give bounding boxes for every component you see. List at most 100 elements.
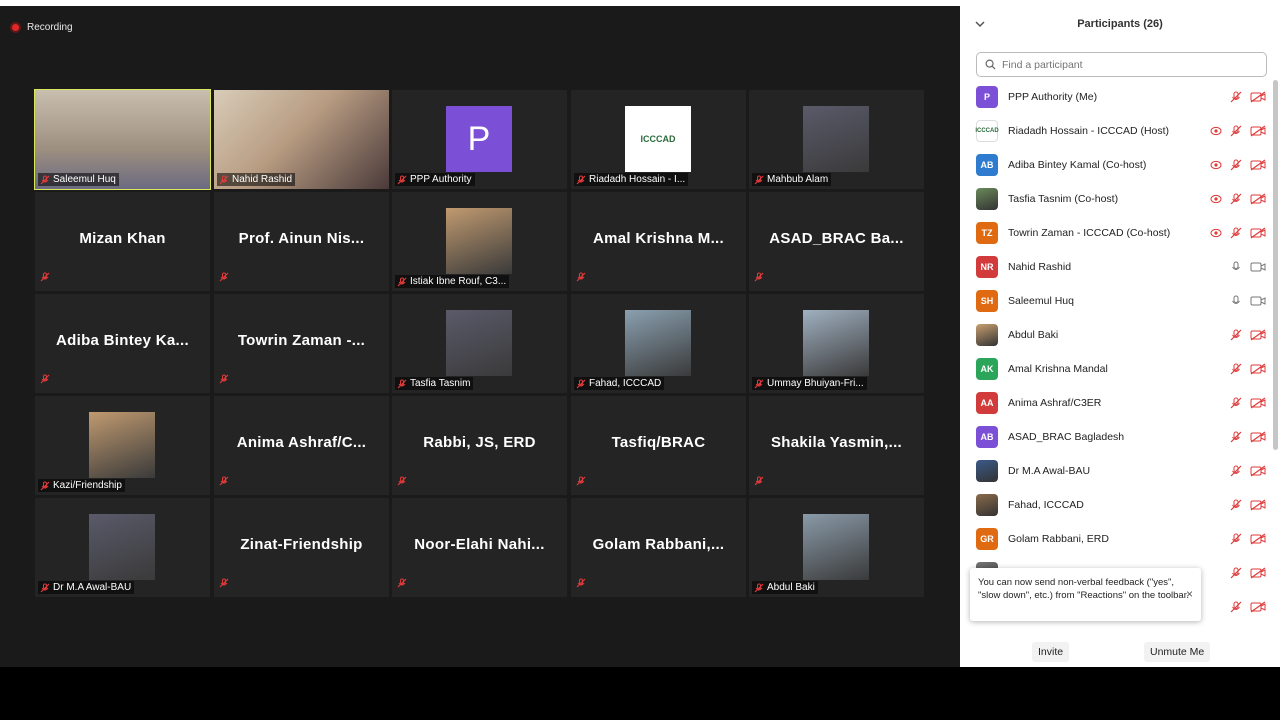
unmute-me-button[interactable]: Unmute Me	[1144, 642, 1211, 662]
video-tile[interactable]: Mizan Khan	[35, 192, 210, 291]
scrollbar-thumb[interactable]	[1273, 80, 1278, 450]
video-tile[interactable]: Golam Rabbani,...	[571, 498, 746, 597]
camera-off-icon[interactable]	[1250, 329, 1266, 341]
participant-scrollbar[interactable]	[1273, 80, 1278, 625]
mic-off-icon[interactable]	[1230, 533, 1242, 545]
participant-name: Kazi/Friendship	[53, 480, 122, 491]
participant-row[interactable]: AA Anima Ashraf/C3ER	[960, 386, 1272, 420]
name-label: Istiak Ibne Rouf, C3...	[395, 275, 510, 288]
video-tile[interactable]: Kazi/Friendship	[35, 396, 210, 495]
name-label: Mahbub Alam	[752, 173, 832, 186]
video-tile[interactable]: Amal Krishna M...	[571, 192, 746, 291]
video-tile[interactable]: Zinat-Friendship	[214, 498, 389, 597]
camera-off-icon[interactable]	[1250, 499, 1266, 511]
mic-off-icon	[754, 379, 764, 388]
participant-row[interactable]: AK Amal Krishna Mandal	[960, 352, 1272, 386]
participant-row[interactable]: Tasfia Tasnim (Co-host)	[960, 182, 1272, 216]
camera-off-icon[interactable]	[1250, 227, 1266, 239]
participant-initials: SH	[980, 296, 994, 306]
participant-status-icons	[1230, 397, 1266, 409]
participant-search[interactable]	[976, 52, 1267, 77]
video-tile[interactable]: Prof. Ainun Nis...	[214, 192, 389, 291]
video-tile[interactable]: Fahad, ICCCAD	[571, 294, 746, 393]
recording-indicator[interactable]: Recording	[10, 22, 73, 33]
video-tile[interactable]: Abdul Baki	[749, 498, 924, 597]
video-tile[interactable]: ICCCAD Riadadh Hossain - I...	[571, 90, 746, 189]
participant-photo	[976, 188, 998, 210]
profile-photo	[625, 310, 691, 376]
invite-button[interactable]: Invite	[1032, 642, 1070, 662]
video-tile[interactable]: P PPP Authority	[392, 90, 567, 189]
camera-off-icon[interactable]	[1250, 193, 1266, 205]
participant-status-icons	[1210, 159, 1266, 171]
camera-off-icon[interactable]	[1250, 363, 1266, 375]
mic-off-icon[interactable]	[1230, 125, 1242, 137]
camera-off-icon[interactable]	[1250, 159, 1266, 171]
search-input[interactable]	[1002, 58, 1252, 71]
participant-row[interactable]: Fahad, ICCCAD	[960, 488, 1272, 522]
video-tile[interactable]: Towrin Zaman -...	[214, 294, 389, 393]
participant-name: Dr M.A Awal-BAU	[53, 582, 132, 593]
mic-off-icon[interactable]	[1230, 499, 1242, 511]
video-tile[interactable]: Ummay Bhuiyan-Fri...	[749, 294, 924, 393]
video-tile[interactable]: Tasfiq/BRAC	[571, 396, 746, 495]
video-tile[interactable]: Noor-Elahi Nahi...	[392, 498, 567, 597]
video-tile[interactable]: Anima Ashraf/C...	[214, 396, 389, 495]
camera-off-icon[interactable]	[1250, 91, 1266, 103]
mic-off-icon[interactable]	[1230, 567, 1242, 579]
mic-off-icon[interactable]	[1230, 329, 1242, 341]
video-tile[interactable]: Rabbi, JS, ERD	[392, 396, 567, 495]
mic-off-icon[interactable]	[1230, 363, 1242, 375]
mic-off-icon[interactable]	[1230, 465, 1242, 477]
participant-row[interactable]: P PPP Authority (Me)	[960, 80, 1272, 114]
close-icon[interactable]: ×	[1186, 588, 1193, 601]
mic-off-icon[interactable]	[1230, 227, 1242, 239]
participant-row[interactable]: TZ Towrin Zaman - ICCCAD (Co-host)	[960, 216, 1272, 250]
mic-off-icon[interactable]	[1230, 91, 1242, 103]
video-tile[interactable]: Saleemul Huq	[34, 89, 211, 190]
camera-off-icon[interactable]	[1250, 397, 1266, 409]
video-tile[interactable]: Tasfia Tasnim	[392, 294, 567, 393]
participant-row[interactable]: Abdul Baki	[960, 318, 1272, 352]
participant-row[interactable]: AB ASAD_BRAC Bagladesh	[960, 420, 1272, 454]
video-tile[interactable]: Shakila Yasmin,...	[749, 396, 924, 495]
mic-off-icon	[754, 272, 764, 282]
video-tile[interactable]: Nahid Rashid	[214, 90, 389, 189]
camera-off-icon[interactable]	[1250, 125, 1266, 137]
participant-row[interactable]: SH Saleemul Huq	[960, 284, 1272, 318]
camera-off-icon[interactable]	[1250, 465, 1266, 477]
mic-off-icon[interactable]	[1230, 397, 1242, 409]
camera-off-icon[interactable]	[1250, 431, 1266, 443]
mic-off-icon[interactable]	[1230, 601, 1242, 613]
mic-off-icon[interactable]	[1230, 431, 1242, 443]
participant-status-icons	[1210, 227, 1266, 239]
mic-off-icon	[754, 583, 764, 592]
participant-name: Riadadh Hossain - I...	[589, 174, 686, 185]
participant-row[interactable]: GR Golam Rabbani, ERD	[960, 522, 1272, 556]
camera-icon[interactable]	[1250, 295, 1266, 307]
mic-off-icon	[40, 272, 50, 282]
camera-off-icon[interactable]	[1250, 567, 1266, 579]
mic-off-icon[interactable]	[1230, 159, 1242, 171]
participant-row[interactable]: NR Nahid Rashid	[960, 250, 1272, 284]
mic-off-icon	[40, 374, 50, 384]
participant-row[interactable]: ICCCAD Riadadh Hossain - ICCCAD (Host)	[960, 114, 1272, 148]
video-tile[interactable]: Istiak Ibne Rouf, C3...	[392, 192, 567, 291]
camera-off-icon[interactable]	[1250, 533, 1266, 545]
camera-off-icon[interactable]	[1250, 601, 1266, 613]
participant-row[interactable]: AB Adiba Bintey Kamal (Co-host)	[960, 148, 1272, 182]
participant-name: Istiak Ibne Rouf, C3...	[410, 276, 507, 287]
avatar-letter: P	[467, 119, 491, 158]
video-tile[interactable]: Mahbub Alam	[749, 90, 924, 189]
mic-icon[interactable]	[1230, 261, 1242, 273]
mic-off-icon	[219, 374, 229, 384]
mic-off-icon[interactable]	[1230, 193, 1242, 205]
participant-row[interactable]: Dr M.A Awal-BAU	[960, 454, 1272, 488]
camera-icon[interactable]	[1250, 261, 1266, 273]
video-tile[interactable]: Dr M.A Awal-BAU	[35, 498, 210, 597]
mic-off-icon	[219, 476, 229, 486]
video-tile[interactable]: ASAD_BRAC Ba...	[749, 192, 924, 291]
mic-off-icon	[40, 481, 50, 490]
mic-icon[interactable]	[1230, 295, 1242, 307]
video-tile[interactable]: Adiba Bintey Ka...	[35, 294, 210, 393]
